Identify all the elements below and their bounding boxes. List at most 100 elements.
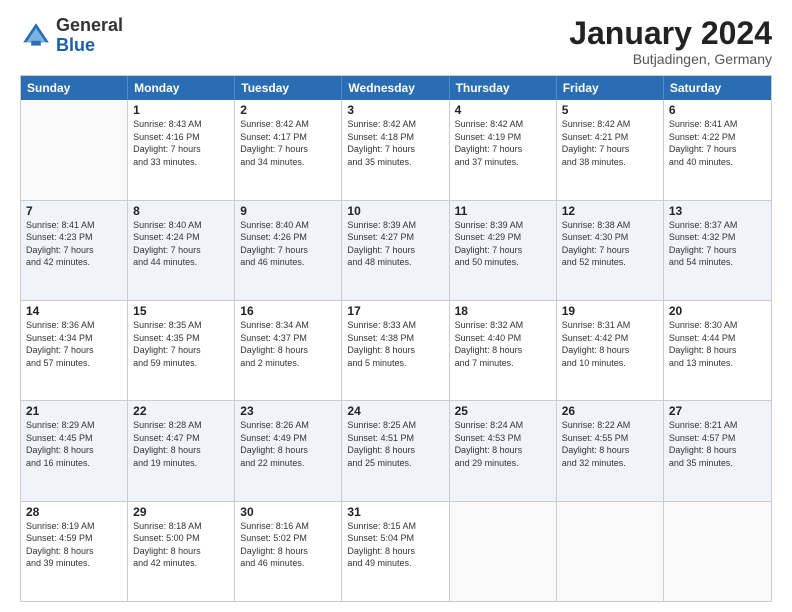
day-info: Sunrise: 8:25 AMSunset: 4:51 PMDaylight:…: [347, 419, 443, 469]
day-cell-empty: [21, 100, 128, 199]
day-info: Sunrise: 8:22 AMSunset: 4:55 PMDaylight:…: [562, 419, 658, 469]
day-number: 9: [240, 204, 336, 218]
location: Butjadingen, Germany: [569, 51, 772, 67]
day-cell-11: 11Sunrise: 8:39 AMSunset: 4:29 PMDayligh…: [450, 201, 557, 300]
general-blue-logo-icon: [20, 20, 52, 52]
day-cell-19: 19Sunrise: 8:31 AMSunset: 4:42 PMDayligh…: [557, 301, 664, 400]
day-cell-24: 24Sunrise: 8:25 AMSunset: 4:51 PMDayligh…: [342, 401, 449, 500]
calendar-body: 1Sunrise: 8:43 AMSunset: 4:16 PMDaylight…: [21, 100, 771, 601]
day-cell-14: 14Sunrise: 8:36 AMSunset: 4:34 PMDayligh…: [21, 301, 128, 400]
day-cell-13: 13Sunrise: 8:37 AMSunset: 4:32 PMDayligh…: [664, 201, 771, 300]
day-info: Sunrise: 8:36 AMSunset: 4:34 PMDaylight:…: [26, 319, 122, 369]
day-info: Sunrise: 8:38 AMSunset: 4:30 PMDaylight:…: [562, 219, 658, 269]
day-info: Sunrise: 8:33 AMSunset: 4:38 PMDaylight:…: [347, 319, 443, 369]
day-cell-6: 6Sunrise: 8:41 AMSunset: 4:22 PMDaylight…: [664, 100, 771, 199]
calendar-header: SundayMondayTuesdayWednesdayThursdayFrid…: [21, 76, 771, 100]
calendar: SundayMondayTuesdayWednesdayThursdayFrid…: [20, 75, 772, 602]
day-label-saturday: Saturday: [664, 76, 771, 100]
day-cell-12: 12Sunrise: 8:38 AMSunset: 4:30 PMDayligh…: [557, 201, 664, 300]
day-info: Sunrise: 8:35 AMSunset: 4:35 PMDaylight:…: [133, 319, 229, 369]
day-cell-3: 3Sunrise: 8:42 AMSunset: 4:18 PMDaylight…: [342, 100, 449, 199]
day-number: 28: [26, 505, 122, 519]
day-number: 25: [455, 404, 551, 418]
day-number: 8: [133, 204, 229, 218]
day-info: Sunrise: 8:42 AMSunset: 4:17 PMDaylight:…: [240, 118, 336, 168]
day-info: Sunrise: 8:24 AMSunset: 4:53 PMDaylight:…: [455, 419, 551, 469]
day-info: Sunrise: 8:19 AMSunset: 4:59 PMDaylight:…: [26, 520, 122, 570]
day-number: 22: [133, 404, 229, 418]
day-number: 29: [133, 505, 229, 519]
day-cell-18: 18Sunrise: 8:32 AMSunset: 4:40 PMDayligh…: [450, 301, 557, 400]
day-cell-4: 4Sunrise: 8:42 AMSunset: 4:19 PMDaylight…: [450, 100, 557, 199]
day-number: 16: [240, 304, 336, 318]
day-cell-28: 28Sunrise: 8:19 AMSunset: 4:59 PMDayligh…: [21, 502, 128, 601]
day-number: 21: [26, 404, 122, 418]
day-number: 1: [133, 103, 229, 117]
header: General Blue January 2024 Butjadingen, G…: [20, 16, 772, 67]
day-number: 10: [347, 204, 443, 218]
week-row-2: 7Sunrise: 8:41 AMSunset: 4:23 PMDaylight…: [21, 201, 771, 301]
day-number: 27: [669, 404, 766, 418]
day-number: 13: [669, 204, 766, 218]
day-info: Sunrise: 8:43 AMSunset: 4:16 PMDaylight:…: [133, 118, 229, 168]
day-label-thursday: Thursday: [450, 76, 557, 100]
week-row-5: 28Sunrise: 8:19 AMSunset: 4:59 PMDayligh…: [21, 502, 771, 601]
day-cell-empty: [450, 502, 557, 601]
day-number: 24: [347, 404, 443, 418]
day-label-tuesday: Tuesday: [235, 76, 342, 100]
day-number: 19: [562, 304, 658, 318]
day-info: Sunrise: 8:30 AMSunset: 4:44 PMDaylight:…: [669, 319, 766, 369]
day-info: Sunrise: 8:26 AMSunset: 4:49 PMDaylight:…: [240, 419, 336, 469]
day-info: Sunrise: 8:29 AMSunset: 4:45 PMDaylight:…: [26, 419, 122, 469]
day-info: Sunrise: 8:34 AMSunset: 4:37 PMDaylight:…: [240, 319, 336, 369]
month-title: January 2024: [569, 16, 772, 51]
day-label-sunday: Sunday: [21, 76, 128, 100]
day-cell-16: 16Sunrise: 8:34 AMSunset: 4:37 PMDayligh…: [235, 301, 342, 400]
day-info: Sunrise: 8:15 AMSunset: 5:04 PMDaylight:…: [347, 520, 443, 570]
day-cell-9: 9Sunrise: 8:40 AMSunset: 4:26 PMDaylight…: [235, 201, 342, 300]
day-cell-7: 7Sunrise: 8:41 AMSunset: 4:23 PMDaylight…: [21, 201, 128, 300]
day-cell-30: 30Sunrise: 8:16 AMSunset: 5:02 PMDayligh…: [235, 502, 342, 601]
day-cell-8: 8Sunrise: 8:40 AMSunset: 4:24 PMDaylight…: [128, 201, 235, 300]
week-row-4: 21Sunrise: 8:29 AMSunset: 4:45 PMDayligh…: [21, 401, 771, 501]
day-info: Sunrise: 8:41 AMSunset: 4:23 PMDaylight:…: [26, 219, 122, 269]
day-number: 12: [562, 204, 658, 218]
day-info: Sunrise: 8:18 AMSunset: 5:00 PMDaylight:…: [133, 520, 229, 570]
day-cell-25: 25Sunrise: 8:24 AMSunset: 4:53 PMDayligh…: [450, 401, 557, 500]
week-row-3: 14Sunrise: 8:36 AMSunset: 4:34 PMDayligh…: [21, 301, 771, 401]
day-number: 7: [26, 204, 122, 218]
day-cell-1: 1Sunrise: 8:43 AMSunset: 4:16 PMDaylight…: [128, 100, 235, 199]
day-info: Sunrise: 8:28 AMSunset: 4:47 PMDaylight:…: [133, 419, 229, 469]
day-cell-26: 26Sunrise: 8:22 AMSunset: 4:55 PMDayligh…: [557, 401, 664, 500]
day-label-friday: Friday: [557, 76, 664, 100]
day-cell-empty: [664, 502, 771, 601]
day-number: 14: [26, 304, 122, 318]
day-label-wednesday: Wednesday: [342, 76, 449, 100]
day-number: 11: [455, 204, 551, 218]
day-number: 26: [562, 404, 658, 418]
day-number: 3: [347, 103, 443, 117]
day-number: 18: [455, 304, 551, 318]
day-cell-20: 20Sunrise: 8:30 AMSunset: 4:44 PMDayligh…: [664, 301, 771, 400]
day-cell-23: 23Sunrise: 8:26 AMSunset: 4:49 PMDayligh…: [235, 401, 342, 500]
day-info: Sunrise: 8:40 AMSunset: 4:24 PMDaylight:…: [133, 219, 229, 269]
day-info: Sunrise: 8:31 AMSunset: 4:42 PMDaylight:…: [562, 319, 658, 369]
day-info: Sunrise: 8:39 AMSunset: 4:29 PMDaylight:…: [455, 219, 551, 269]
logo-text: General Blue: [56, 16, 123, 56]
day-number: 2: [240, 103, 336, 117]
day-number: 31: [347, 505, 443, 519]
day-number: 30: [240, 505, 336, 519]
day-cell-2: 2Sunrise: 8:42 AMSunset: 4:17 PMDaylight…: [235, 100, 342, 199]
day-cell-empty: [557, 502, 664, 601]
day-info: Sunrise: 8:41 AMSunset: 4:22 PMDaylight:…: [669, 118, 766, 168]
day-number: 23: [240, 404, 336, 418]
week-row-1: 1Sunrise: 8:43 AMSunset: 4:16 PMDaylight…: [21, 100, 771, 200]
day-info: Sunrise: 8:16 AMSunset: 5:02 PMDaylight:…: [240, 520, 336, 570]
day-cell-29: 29Sunrise: 8:18 AMSunset: 5:00 PMDayligh…: [128, 502, 235, 601]
day-number: 6: [669, 103, 766, 117]
day-info: Sunrise: 8:42 AMSunset: 4:18 PMDaylight:…: [347, 118, 443, 168]
day-number: 5: [562, 103, 658, 117]
day-cell-10: 10Sunrise: 8:39 AMSunset: 4:27 PMDayligh…: [342, 201, 449, 300]
day-number: 20: [669, 304, 766, 318]
logo-blue: Blue: [56, 35, 95, 55]
